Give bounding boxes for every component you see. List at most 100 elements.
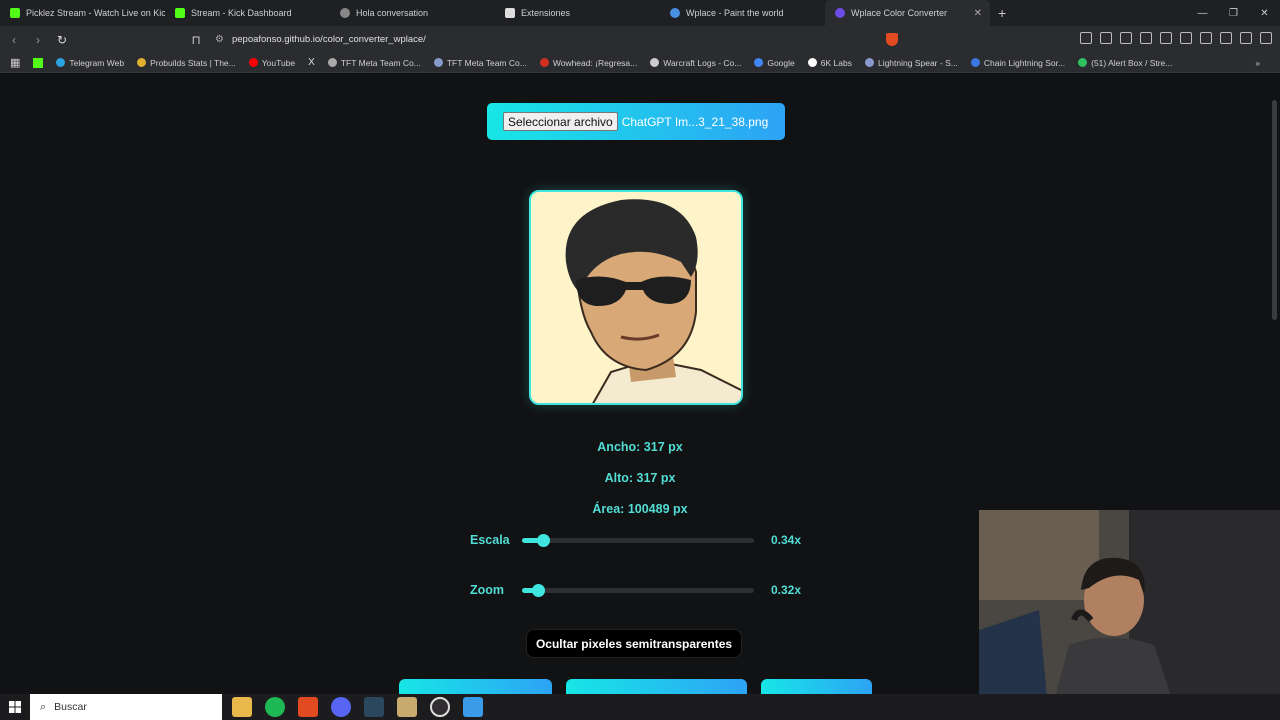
- spotify-icon[interactable]: [265, 697, 285, 717]
- bookmark-telegram[interactable]: Telegram Web: [56, 58, 124, 68]
- search-icon: ⌕: [40, 700, 47, 713]
- width-info: Ancho: 317 px: [597, 440, 683, 454]
- media-icon[interactable]: [1200, 32, 1212, 44]
- chatgpt-icon: [340, 8, 350, 18]
- streamlabs-icon: [1078, 58, 1088, 67]
- taskbar: ⌕ Buscar: [0, 694, 1280, 720]
- reload-icon[interactable]: ↻: [52, 30, 72, 50]
- bookmark-wowhead[interactable]: Wowhead: ¡Regresa...: [539, 58, 637, 68]
- tft-icon: [433, 58, 443, 67]
- address-bar-row: ‹ › ↻ ⊓ ⚙ pepoafonso.github.io/color_con…: [0, 26, 1280, 53]
- taskbar-apps: [232, 697, 483, 717]
- webcam-overlay: [979, 510, 1280, 720]
- tab-strip: Picklez Stream - Watch Live on Kick Stre…: [0, 0, 1280, 26]
- scale-row: Escala 0.34x: [470, 530, 810, 550]
- discord-icon[interactable]: [331, 697, 351, 717]
- back-icon[interactable]: ‹: [4, 30, 24, 50]
- hide-semitransparent-button[interactable]: Ocultar pixeles semitransparentes: [526, 629, 742, 658]
- pixel-portrait-image: [531, 192, 741, 403]
- extensions-bar: [1080, 32, 1272, 44]
- probuilds-icon: [137, 58, 147, 67]
- restore-icon[interactable]: ❐: [1218, 0, 1249, 26]
- menu-icon[interactable]: [1260, 32, 1272, 44]
- scale-value: 0.34x: [771, 533, 802, 547]
- apps-grid-icon[interactable]: ▦: [10, 56, 20, 69]
- webcam-feed-image: [979, 510, 1280, 720]
- kick-icon: [10, 8, 20, 18]
- tab-5[interactable]: Wplace Color Converter ✕: [825, 0, 990, 26]
- zoom-slider[interactable]: [522, 583, 754, 597]
- more-bookmarks-icon[interactable]: »: [1255, 58, 1260, 68]
- zoom-value: 0.32x: [771, 583, 802, 597]
- google-icon: [754, 58, 764, 67]
- globe-icon: [835, 8, 845, 18]
- site-info-icon[interactable]: ⚙: [215, 34, 224, 45]
- telegram-icon: [56, 58, 66, 67]
- tft-icon: [327, 58, 337, 67]
- x-icon[interactable]: X: [308, 57, 315, 68]
- tab-3[interactable]: Extensiones: [495, 0, 660, 26]
- tab-0[interactable]: Picklez Stream - Watch Live on Kick: [0, 0, 165, 26]
- scale-label: Escala: [470, 533, 510, 547]
- wallet-icon[interactable]: [1240, 32, 1252, 44]
- tab-4[interactable]: Wplace - Paint the world: [660, 0, 825, 26]
- new-tab-button[interactable]: +: [990, 5, 1014, 21]
- bookmark-google[interactable]: Google: [754, 58, 795, 68]
- puzzle-icon: [505, 8, 515, 18]
- page-scrollbar[interactable]: [1272, 100, 1277, 320]
- zoom-label: Zoom: [470, 583, 505, 597]
- bookmark-tft-1[interactable]: TFT Meta Team Co...: [327, 58, 421, 68]
- choose-file-button[interactable]: Seleccionar archivo: [503, 112, 618, 131]
- scale-knob[interactable]: [536, 533, 550, 547]
- kick-icon: [175, 8, 185, 18]
- zoom-row: Zoom 0.32x: [470, 580, 810, 600]
- bookmark-6klabs[interactable]: 6K Labs: [807, 58, 852, 68]
- extension-icon[interactable]: [1160, 32, 1172, 44]
- image-preview: [529, 190, 743, 405]
- extension-icon[interactable]: [1120, 32, 1132, 44]
- tab-1[interactable]: Stream - Kick Dashboard: [165, 0, 330, 26]
- warcraftlogs-icon: [650, 58, 660, 67]
- 6klabs-icon: [807, 58, 817, 67]
- sidebar-icon[interactable]: [1220, 32, 1232, 44]
- file-input[interactable]: Seleccionar archivo ChatGPT Im...3_21_38…: [487, 103, 785, 140]
- close-window-icon[interactable]: ✕: [1249, 0, 1280, 26]
- zoom-knob[interactable]: [532, 583, 546, 597]
- scale-slider[interactable]: [522, 533, 754, 547]
- download-icon[interactable]: [1180, 32, 1192, 44]
- height-info: Alto: 317 px: [604, 471, 676, 485]
- windows-start-icon[interactable]: [0, 694, 30, 720]
- bookmark-tft-2[interactable]: TFT Meta Team Co...: [433, 58, 527, 68]
- extension-icon[interactable]: [1100, 32, 1112, 44]
- wowhead-icon: [539, 58, 549, 67]
- bookmark-warcraftlogs[interactable]: Warcraft Logs - Co...: [650, 58, 741, 68]
- bookmark-lightning-spear[interactable]: Lightning Spear - S...: [864, 58, 958, 68]
- url-field[interactable]: ⚙ pepoafonso.github.io/color_converter_w…: [205, 29, 930, 50]
- minimize-icon[interactable]: —: [1187, 0, 1218, 26]
- bookmark-probuilds[interactable]: Probuilds Stats | The...: [137, 58, 236, 68]
- window-controls: — ❐ ✕: [1187, 0, 1280, 26]
- tab-2[interactable]: Hola conversation: [330, 0, 495, 26]
- forward-icon[interactable]: ›: [28, 30, 48, 50]
- extension-icon[interactable]: [1140, 32, 1152, 44]
- file-name: ChatGPT Im...3_21_38.png: [621, 114, 769, 129]
- taskbar-search[interactable]: ⌕ Buscar: [30, 694, 222, 720]
- league-icon[interactable]: [397, 697, 417, 717]
- spear-icon: [864, 58, 874, 67]
- brave-icon[interactable]: [298, 697, 318, 717]
- youtube-icon: [248, 58, 258, 67]
- paint-app-icon[interactable]: [463, 697, 483, 717]
- kick-icon[interactable]: [33, 57, 44, 68]
- extension-icon[interactable]: [1080, 32, 1092, 44]
- file-explorer-icon[interactable]: [232, 697, 252, 717]
- bookmark-alert-box[interactable]: (51) Alert Box / Stre...: [1078, 58, 1172, 68]
- bookmark-youtube[interactable]: YouTube: [248, 58, 295, 68]
- brave-shield-icon[interactable]: [886, 33, 898, 46]
- close-tab-icon[interactable]: ✕: [974, 8, 982, 19]
- obs-icon[interactable]: [430, 697, 450, 717]
- bookmark-icon[interactable]: ⊓: [186, 30, 206, 50]
- steam-icon[interactable]: [364, 697, 384, 717]
- bookmark-chain-lightning[interactable]: Chain Lightning Sor...: [970, 58, 1065, 68]
- search-placeholder: Buscar: [54, 701, 87, 713]
- lightning-icon: [970, 58, 980, 67]
